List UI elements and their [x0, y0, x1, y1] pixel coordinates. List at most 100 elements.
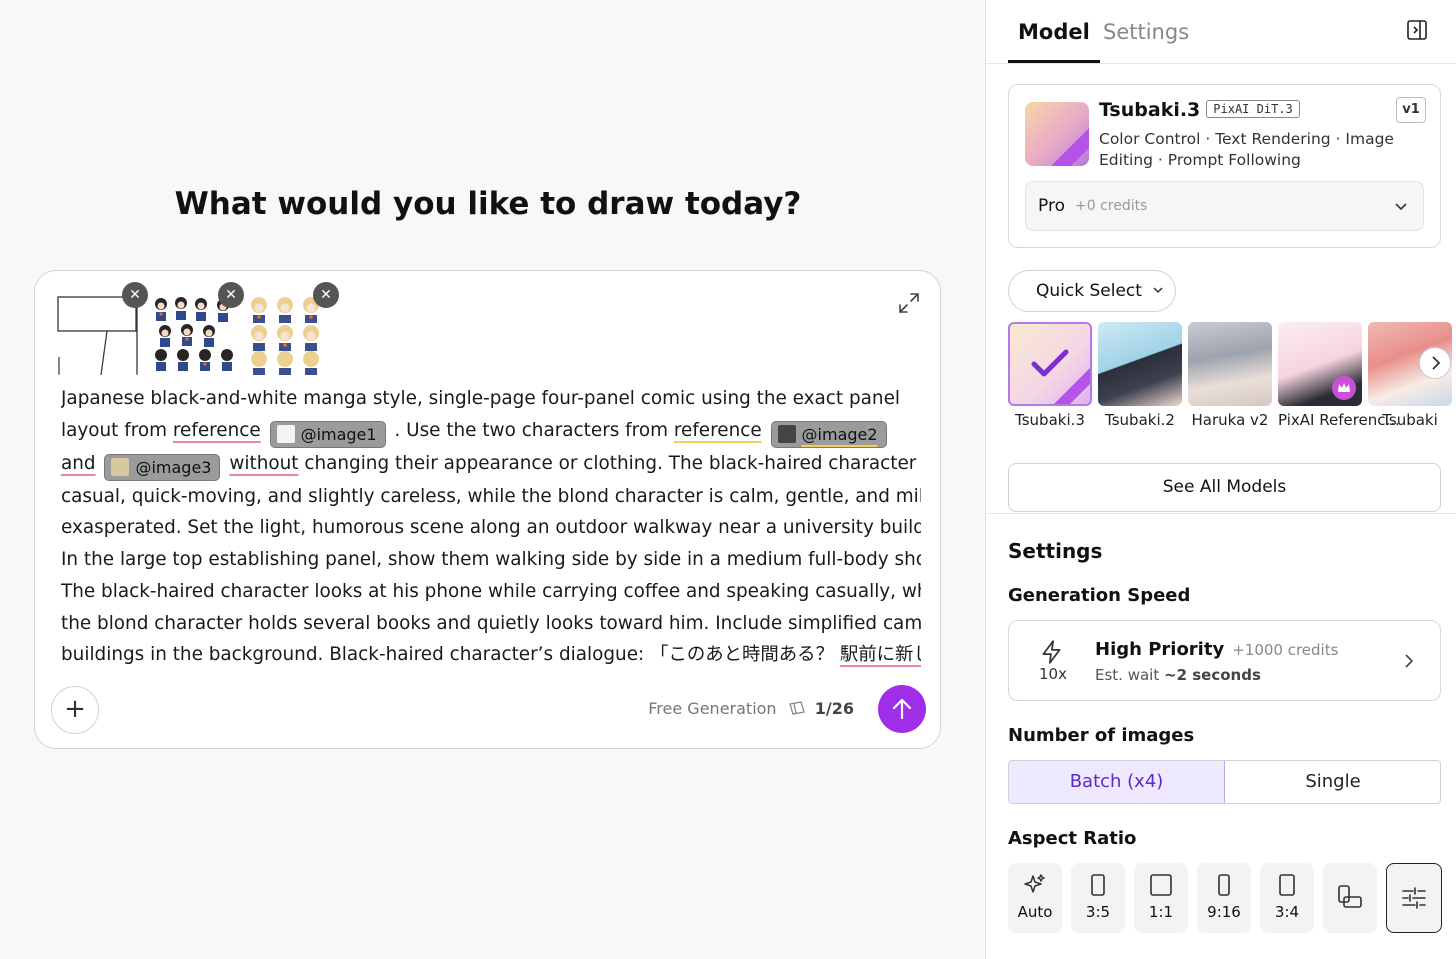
prompt-input[interactable]: Japanese black-and-white manga style, si… — [61, 383, 921, 667]
rotate-icon — [1338, 885, 1362, 908]
generation-speed-option[interactable]: 10x High Priority +1000 credits Est. wait… — [1008, 620, 1441, 701]
mention-thumbnail — [777, 424, 796, 443]
aspect-3-5-button[interactable]: 3:5 — [1071, 863, 1125, 933]
model-option-label: Tsubaki.2 — [1105, 411, 1175, 429]
prompt-text: without — [229, 452, 299, 474]
prompt-line: Japanese black-and-white manga style, si… — [61, 388, 900, 409]
batch-option[interactable]: Batch (x4) — [1009, 761, 1225, 803]
chevron-down-icon — [1395, 203, 1407, 211]
single-option[interactable]: Single — [1225, 761, 1440, 803]
image-mention-chip-1[interactable]: @image1 — [269, 420, 386, 448]
model-avatar — [1025, 102, 1089, 166]
generation-speed-title: Generation Speed — [1008, 585, 1191, 606]
priority-title: High Priority +1000 credits — [1095, 639, 1338, 660]
prompt-text: 駅前に新しい — [839, 644, 921, 666]
aspect-1-1-button[interactable]: 1:1 — [1134, 863, 1188, 933]
model-tag: PixAI DiT.3 — [1206, 100, 1300, 118]
image-mention-chip-3[interactable]: @image3 — [104, 453, 221, 481]
prompt-text: and — [61, 452, 96, 474]
composer-heading: What would you like to draw today? — [174, 186, 802, 222]
prompt-text: changing their appearance or clothing. T… — [298, 452, 921, 474]
free-generation-count: 1/26 — [814, 699, 854, 718]
settings-panel: Model Settings Tsubaki.3 PixAI DiT.3 v1 C… — [985, 0, 1456, 959]
add-attachment-button[interactable]: + — [51, 686, 99, 734]
lightning-icon — [1042, 640, 1061, 664]
prompt-line: layout from reference @image1 . Use the … — [61, 415, 921, 448]
prompt-text: buildings in the background. Black-haire… — [61, 644, 840, 666]
aspect-auto-button[interactable]: Auto — [1008, 863, 1062, 933]
divider — [986, 513, 1456, 514]
quick-select-button[interactable]: Quick Select — [1008, 270, 1176, 312]
chevron-right-icon — [1405, 654, 1414, 668]
reference-word: reference — [673, 419, 762, 441]
remove-image-3-button[interactable]: ✕ — [313, 282, 339, 308]
chevron-right-icon — [1432, 356, 1441, 370]
model-version-badge[interactable]: v1 — [1396, 97, 1426, 123]
square-ratio-icon — [1150, 874, 1172, 896]
tier-name: Pro — [1038, 196, 1065, 216]
remove-image-2-button[interactable]: ✕ — [218, 282, 244, 308]
prompt-line: buildings in the background. Black-haire… — [61, 639, 921, 667]
model-name-text: Tsubaki.3 — [1099, 99, 1201, 121]
aspect-label: Auto — [1017, 903, 1053, 921]
priority-credits: +1000 credits — [1232, 641, 1339, 659]
prompt-composer: ✕ ✕ ✕ Japanese black-and-white manga sty… — [34, 270, 941, 749]
wait-value: ~2 seconds — [1164, 666, 1261, 684]
aspect-ratio-title: Aspect Ratio — [1008, 828, 1137, 849]
remove-image-1-button[interactable]: ✕ — [122, 282, 148, 308]
model-option-tsubaki2[interactable]: Tsubaki.2 — [1098, 322, 1182, 430]
mention-thumbnail — [276, 424, 295, 443]
prompt-line: In the large top establishing panel, sho… — [61, 549, 921, 571]
settings-title: Settings — [1008, 539, 1103, 563]
ticket-icon — [788, 701, 805, 715]
prompt-line: casual, quick-moving, and slightly carel… — [61, 485, 921, 507]
prompt-line: and @image3 without changing their appea… — [61, 448, 921, 481]
wait-prefix: Est. wait — [1095, 666, 1164, 684]
chevron-down-icon — [1153, 287, 1163, 294]
model-carousel: Tsubaki.3 Tsubaki.2 Haruka v2 PixAI Refe… — [1008, 322, 1456, 454]
aspect-label: 3:4 — [1274, 903, 1300, 921]
portrait-ratio-icon — [1279, 874, 1295, 896]
model-thumbnail — [1008, 322, 1092, 406]
collapse-panel-icon[interactable] — [1406, 19, 1428, 41]
model-option-pixai-reference[interactable]: PixAI Referenc... — [1278, 322, 1400, 430]
selected-model-card: Tsubaki.3 PixAI DiT.3 v1 Color Control · … — [1008, 84, 1441, 248]
tall-ratio-icon — [1218, 874, 1230, 896]
reference-image-2[interactable] — [151, 295, 237, 375]
free-generation-indicator: Free Generation 1/26 — [648, 699, 854, 718]
number-of-images-title: Number of images — [1008, 725, 1195, 746]
mention-label: @image3 — [135, 457, 212, 477]
tab-model[interactable]: Model — [1008, 20, 1100, 63]
see-all-models-button[interactable]: See All Models — [1008, 463, 1441, 512]
model-thumbnail — [1278, 322, 1362, 406]
model-description: Color Control · Text Rendering · Image E… — [1099, 130, 1394, 169]
image-mention-chip-2[interactable]: @image2 — [770, 420, 887, 448]
tier-dropdown[interactable]: Pro +0 credits — [1025, 181, 1424, 231]
model-option-label: Tsubaki.3 — [1015, 411, 1085, 429]
quick-select-label: Quick Select — [1036, 281, 1142, 301]
rotate-orientation-button[interactable] — [1323, 863, 1377, 933]
reference-image-1[interactable] — [57, 295, 139, 375]
aspect-label: 3:5 — [1085, 903, 1111, 921]
tab-settings[interactable]: Settings — [1103, 20, 1189, 44]
portrait-ratio-icon — [1091, 874, 1105, 896]
prompt-text: . Use the two characters from — [388, 419, 674, 441]
model-thumbnail — [1188, 322, 1272, 406]
aspect-3-4-button[interactable]: 3:4 — [1260, 863, 1314, 933]
prompt-line: the blond character holds several books … — [61, 612, 921, 634]
sliders-icon — [1402, 887, 1426, 909]
tier-credits: +0 credits — [1075, 198, 1148, 214]
more-ratios-button[interactable] — [1386, 863, 1442, 933]
priority-label: High Priority — [1095, 639, 1225, 660]
model-option-label: Haruka v2 — [1191, 411, 1269, 429]
expand-icon[interactable] — [897, 291, 921, 315]
sparkle-icon — [1024, 874, 1045, 893]
speed-multiplier: 10x — [1039, 665, 1067, 683]
model-name: Tsubaki.3 PixAI DiT.3 — [1099, 99, 1300, 121]
model-option-tsubaki3[interactable]: Tsubaki.3 — [1008, 322, 1092, 430]
model-option-haruka-v2[interactable]: Haruka v2 — [1188, 322, 1272, 430]
aspect-9-16-button[interactable]: 9:16 — [1197, 863, 1251, 933]
carousel-next-button[interactable] — [1419, 347, 1451, 379]
send-button[interactable] — [878, 685, 926, 733]
number-of-images-toggle: Batch (x4) Single — [1008, 760, 1441, 804]
